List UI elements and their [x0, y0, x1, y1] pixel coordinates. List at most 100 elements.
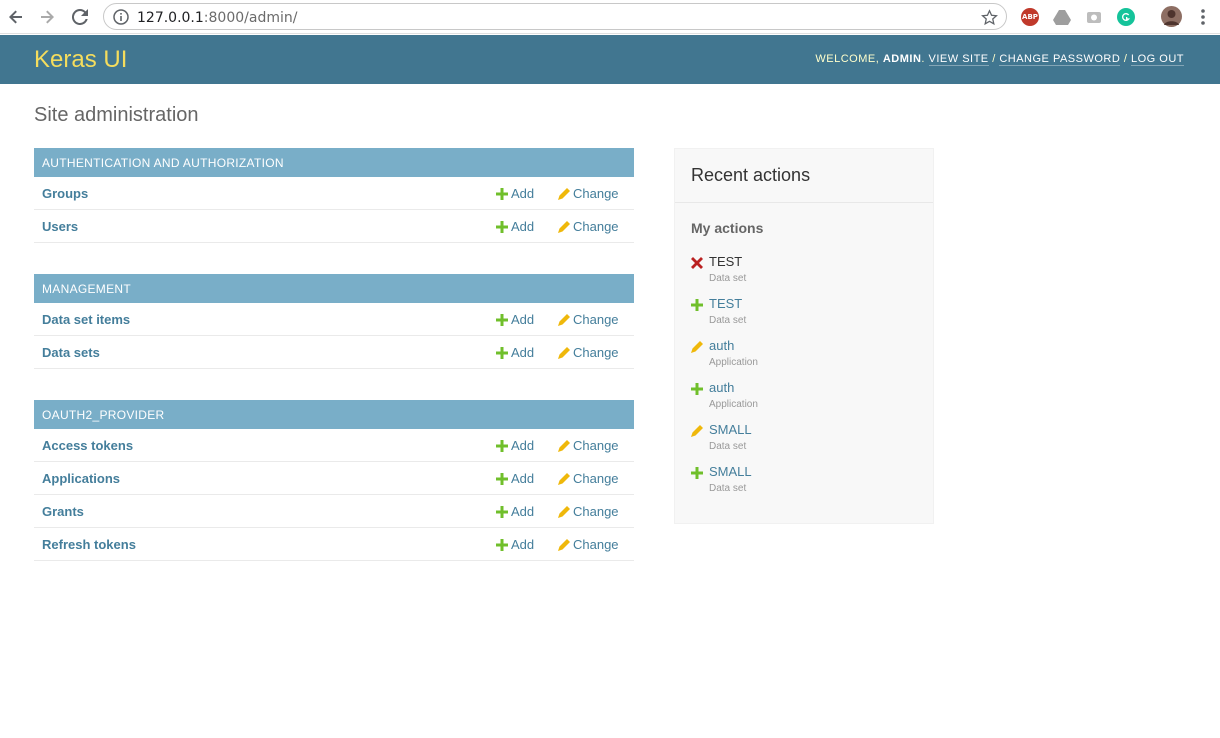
module-caption[interactable]: Authentication and Authorization: [34, 148, 634, 177]
action-item: TEST Data set: [691, 296, 911, 336]
model-link[interactable]: Access tokens: [42, 438, 133, 453]
plus-icon: [496, 538, 508, 551]
add-link[interactable]: Add: [496, 345, 534, 360]
model-link[interactable]: Grants: [42, 504, 84, 519]
action-content-type: Application: [709, 357, 758, 368]
pencil-icon: [558, 538, 570, 551]
reload-icon[interactable]: [69, 6, 91, 28]
change-link[interactable]: Change: [558, 504, 619, 519]
delete-icon: [691, 257, 703, 269]
pencil-icon: [558, 505, 570, 518]
recent-actions-panel: Recent actions My actions TEST Data set …: [674, 148, 934, 524]
pencil-icon: [558, 472, 570, 485]
table-row: Data set items Add Change: [34, 303, 634, 336]
action-item: SMALL Data set: [691, 422, 911, 462]
bookmark-star-icon[interactable]: [981, 9, 998, 26]
model-link[interactable]: Data sets: [42, 345, 100, 360]
profile-avatar[interactable]: [1161, 6, 1182, 27]
change-link[interactable]: Change: [558, 312, 619, 327]
action-link[interactable]: SMALL: [709, 464, 752, 479]
table-row: Users Add Change: [34, 210, 634, 243]
change-password-link[interactable]: Change password: [999, 53, 1121, 66]
module-caption[interactable]: Management: [34, 274, 634, 303]
back-icon[interactable]: [5, 6, 27, 28]
user-tools: Welcome, admin. View site / Change passw…: [815, 53, 1184, 66]
plus-icon: [691, 383, 703, 395]
address-bar[interactable]: 127.0.0.1:8000/admin/: [103, 3, 1007, 30]
pencil-icon: [691, 341, 703, 353]
add-link[interactable]: Add: [496, 219, 534, 234]
plus-icon: [496, 220, 508, 233]
action-content-type: Application: [709, 399, 758, 410]
add-link[interactable]: Add: [496, 537, 534, 552]
model-link[interactable]: Applications: [42, 471, 120, 486]
add-link[interactable]: Add: [496, 438, 534, 453]
app-module-oauth2: Oauth2_Provider Access tokens Add Change…: [34, 400, 634, 561]
change-link[interactable]: Change: [558, 345, 619, 360]
welcome-text: Welcome,: [815, 53, 880, 65]
action-link[interactable]: auth: [709, 338, 734, 353]
plus-icon: [691, 299, 703, 311]
plus-icon: [496, 346, 508, 359]
table-row: Grants Add Change: [34, 495, 634, 528]
page-title: Site administration: [34, 104, 199, 126]
pencil-icon: [558, 346, 570, 359]
view-site-link[interactable]: View site: [928, 53, 989, 66]
add-link[interactable]: Add: [496, 312, 534, 327]
site-brand[interactable]: Keras UI: [34, 46, 127, 74]
drive-extension-icon[interactable]: [1053, 8, 1071, 26]
table-row: Refresh tokens Add Change: [34, 528, 634, 561]
pencil-icon: [558, 439, 570, 452]
my-actions-heading: My actions: [691, 220, 764, 236]
divider: [675, 202, 933, 203]
table-row: Groups Add Change: [34, 177, 634, 210]
change-link[interactable]: Change: [558, 438, 619, 453]
action-title: TEST: [709, 254, 743, 269]
model-link[interactable]: Groups: [42, 186, 88, 201]
action-link[interactable]: TEST: [709, 296, 742, 311]
action-content-type: Data set: [709, 273, 747, 284]
model-link[interactable]: Users: [42, 219, 78, 234]
change-link[interactable]: Change: [558, 219, 619, 234]
recent-actions-title: Recent actions: [691, 165, 811, 185]
app-module-auth: Authentication and Authorization Groups …: [34, 148, 634, 243]
model-link[interactable]: Data set items: [42, 312, 130, 327]
browser-menu-icon[interactable]: [1197, 8, 1209, 26]
table-row: Applications Add Change: [34, 462, 634, 495]
action-content-type: Data set: [709, 315, 747, 326]
action-content-type: Data set: [709, 483, 747, 494]
add-link[interactable]: Add: [496, 186, 534, 201]
change-link[interactable]: Change: [558, 471, 619, 486]
action-content-type: Data set: [709, 441, 747, 452]
plus-icon: [496, 313, 508, 326]
action-item: auth Application: [691, 380, 911, 420]
plus-icon: [496, 505, 508, 518]
app-module-management: Management Data set items Add Change Dat…: [34, 274, 634, 369]
grammarly-extension-icon[interactable]: [1117, 8, 1135, 26]
admin-header: Keras UI Welcome, admin. View site / Cha…: [0, 35, 1220, 84]
url-text: 127.0.0.1:8000/admin/: [137, 10, 298, 26]
plus-icon: [496, 472, 508, 485]
plus-icon: [496, 187, 508, 200]
forward-icon[interactable]: [36, 6, 58, 28]
log-out-link[interactable]: Log out: [1130, 53, 1184, 66]
pencil-icon: [558, 220, 570, 233]
change-link[interactable]: Change: [558, 537, 619, 552]
module-caption[interactable]: Oauth2_Provider: [34, 400, 634, 429]
change-link[interactable]: Change: [558, 186, 619, 201]
action-link[interactable]: SMALL: [709, 422, 752, 437]
add-link[interactable]: Add: [496, 471, 534, 486]
action-item: auth Application: [691, 338, 911, 378]
add-link[interactable]: Add: [496, 504, 534, 519]
pencil-icon: [558, 187, 570, 200]
browser-toolbar: 127.0.0.1:8000/admin/ ABP: [0, 0, 1220, 34]
table-row: Data sets Add Change: [34, 336, 634, 369]
screenshot-extension-icon[interactable]: [1085, 8, 1103, 26]
info-icon[interactable]: [113, 9, 129, 25]
username: admin: [882, 53, 922, 65]
action-link[interactable]: auth: [709, 380, 734, 395]
adblock-extension-icon[interactable]: ABP: [1021, 8, 1039, 26]
model-link[interactable]: Refresh tokens: [42, 537, 136, 552]
pencil-icon: [691, 425, 703, 437]
action-item: TEST Data set: [691, 254, 911, 294]
